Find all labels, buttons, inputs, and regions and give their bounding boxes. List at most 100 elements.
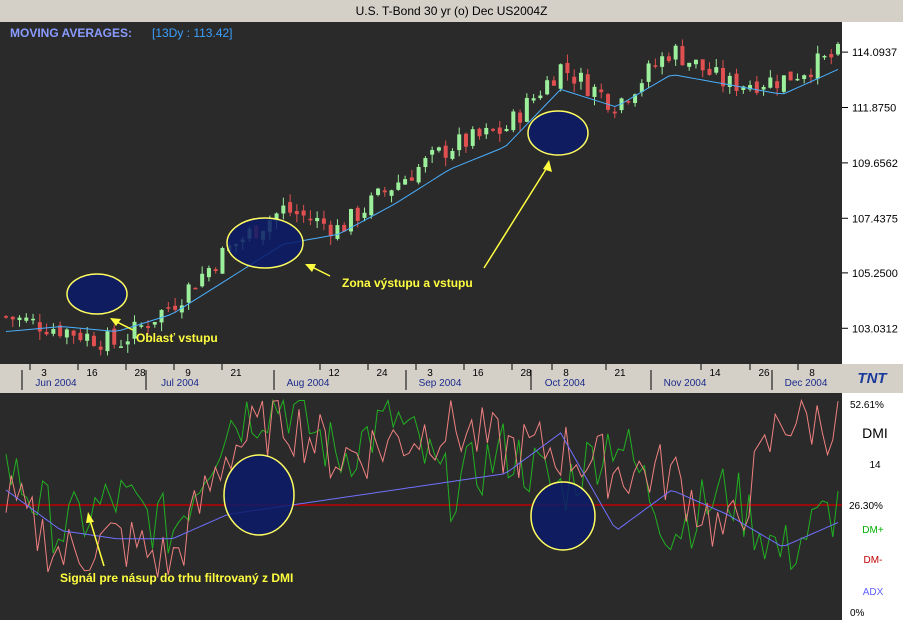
date-day-label: 26 (758, 368, 770, 379)
candle-body (551, 80, 556, 86)
candle-body (186, 284, 191, 303)
candle-body (606, 94, 611, 110)
candle-body (369, 195, 374, 216)
candle-body (37, 322, 42, 332)
dmi-legend-0: DM+ (862, 525, 884, 536)
candle-body (159, 309, 164, 323)
date-day-label: 16 (86, 368, 98, 379)
candle-body (24, 317, 29, 321)
dmi-circle-2 (530, 481, 596, 551)
arrow-zone-2-head (543, 160, 552, 172)
candle-body (321, 218, 326, 224)
candle-body (829, 54, 834, 58)
candle-body (470, 129, 475, 146)
candle-body (288, 202, 293, 213)
candle-body (152, 321, 157, 325)
candle-body (734, 73, 739, 91)
entry-circle (66, 273, 128, 315)
dmi-axis-top: 52.61% (850, 400, 884, 411)
price-tick-label: 114.0937 (852, 47, 897, 59)
candle-body (599, 89, 604, 93)
month-label: Jun 2004 (35, 378, 77, 389)
candle-body (457, 134, 462, 151)
candle-body (815, 53, 820, 79)
candle-body (666, 56, 671, 61)
candle-body (10, 316, 15, 320)
arrow-entry-head (110, 318, 121, 326)
candle-body (578, 72, 583, 82)
arrow-signal-head (86, 512, 94, 523)
price-tick-label: 111.8750 (852, 103, 896, 115)
candle-body (646, 63, 651, 82)
exit-entry-zone-label: Zona výstupu a vstupu (342, 276, 473, 290)
candle-body (281, 205, 286, 214)
candle-body (423, 158, 428, 168)
candle-body (166, 307, 171, 309)
candle-body (585, 74, 590, 97)
candle-body (139, 325, 144, 327)
candle-body (788, 71, 793, 81)
candle-body (795, 78, 800, 81)
candle-body (396, 182, 401, 190)
candle-body (768, 77, 773, 88)
dmi-axis-mid: 26.30% (849, 501, 883, 512)
price-tick-label: 105.2500 (852, 268, 898, 280)
candle-body (693, 59, 698, 65)
candle-body (836, 43, 840, 55)
candle-body (808, 74, 813, 78)
candle-body (687, 62, 692, 67)
candle-body (700, 59, 705, 71)
dmi-period: 14 (869, 460, 881, 471)
month-label: Nov 2004 (664, 378, 707, 389)
exit-entry-circle (226, 217, 304, 269)
month-label: Sep 2004 (419, 378, 462, 389)
candle-body (680, 46, 685, 66)
entry-area-label: Oblasť vstupu (136, 331, 218, 345)
dmi-axis-bottom: 0% (850, 608, 865, 619)
dmi-series-dmminus (5, 398, 839, 578)
month-label: Dec 2004 (785, 378, 828, 389)
candle-body (294, 211, 299, 215)
date-day-label: 21 (230, 368, 242, 379)
candle-body (660, 56, 665, 67)
candle-body (173, 305, 178, 310)
arrow-zone-2 (483, 165, 549, 269)
candle-body (754, 81, 759, 93)
candle-body (308, 218, 313, 221)
candle-body (315, 217, 320, 222)
date-day-label: 14 (709, 368, 721, 379)
candle-body (531, 98, 536, 101)
chart-canvas: 114.0937 111.8750 109.6562 107.4375 105.2500… (0, 39, 898, 619)
dmi-legend-1: DM- (864, 555, 883, 566)
candle-body (572, 76, 577, 84)
month-label: Oct 2004 (545, 378, 586, 389)
month-label: Aug 2004 (287, 378, 330, 389)
moving-average-line (5, 68, 839, 333)
candle-body (673, 45, 678, 60)
price-tick-label: 107.4375 (852, 213, 898, 225)
arrow-signal (89, 519, 105, 567)
candle-body (707, 68, 712, 75)
candle-body (416, 166, 421, 183)
candle-body (382, 190, 387, 193)
candle-body (44, 331, 49, 335)
candle-body (443, 145, 448, 158)
candle-body (463, 133, 468, 147)
candle-body (51, 329, 56, 334)
candle-body (105, 331, 110, 352)
candle-body (477, 128, 482, 137)
candle-body (118, 346, 123, 348)
candle-body (376, 188, 381, 195)
candle-body (91, 335, 96, 346)
candle-body (592, 86, 597, 97)
date-day-label: 21 (614, 368, 626, 379)
date-day-label: 28 (134, 368, 146, 379)
candle-body (213, 269, 218, 272)
candle-body (362, 212, 367, 218)
logo-text: TNT (857, 370, 888, 387)
candle-body (511, 111, 516, 131)
date-day-label: 28 (520, 368, 532, 379)
candle-body (335, 225, 340, 239)
candle-body (491, 128, 496, 131)
price-tick-label: 103.0312 (852, 323, 898, 335)
